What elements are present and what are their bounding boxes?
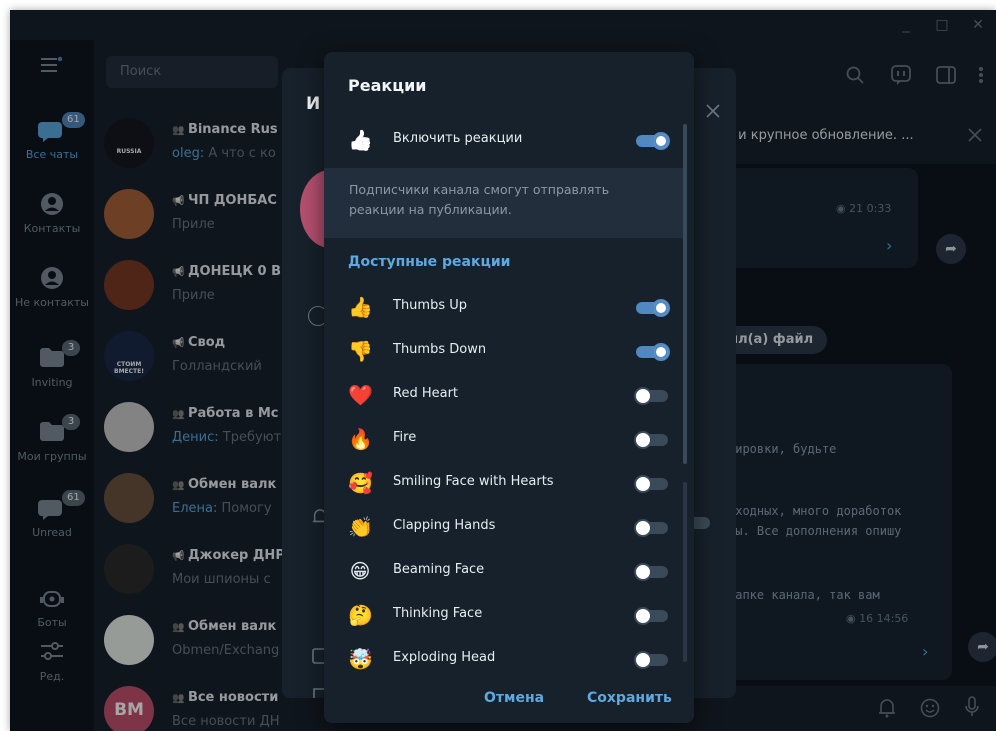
- reaction-emoji-icon: ❤️: [348, 383, 373, 407]
- reaction-row[interactable]: 🥰 Smiling Face with Hearts: [324, 461, 686, 505]
- reaction-toggle[interactable]: [634, 563, 668, 581]
- reaction-emoji-icon: 👎: [348, 339, 373, 363]
- reaction-toggle[interactable]: [634, 475, 668, 493]
- reaction-row[interactable]: ❤️ Red Heart: [324, 373, 686, 417]
- reaction-label: Thinking Face: [393, 606, 483, 621]
- reaction-emoji-icon: 👏: [348, 515, 373, 539]
- enable-reactions-label: Включить реакции: [393, 131, 523, 146]
- reactions-dialog: Реакции 👍 Включить реакции Подписчики ка…: [324, 52, 694, 723]
- reaction-toggle[interactable]: [634, 651, 668, 669]
- reaction-emoji-icon: 🤔: [348, 603, 373, 627]
- scrollbar-thumb[interactable]: [683, 124, 687, 464]
- save-button[interactable]: Сохранить: [587, 690, 672, 706]
- reaction-label: Thumbs Down: [393, 342, 487, 357]
- dialog-title-fragment: И: [306, 94, 321, 114]
- reaction-emoji-icon: 😁: [349, 559, 371, 583]
- reaction-label: Beaming Face: [393, 562, 485, 577]
- reaction-label: Exploding Head: [393, 650, 496, 665]
- reaction-emoji-icon: 🔥: [348, 427, 373, 451]
- reaction-label: Smiling Face with Hearts: [393, 474, 554, 489]
- section-title: Доступные реакции: [348, 254, 511, 270]
- telegram-window: _ □ ✕ 61 Все чаты Контакты Не контакты 3 Invi…: [10, 10, 996, 731]
- enable-reactions-row[interactable]: 👍 Включить реакции: [324, 118, 686, 162]
- reaction-row[interactable]: 😁 Beaming Face: [324, 549, 686, 593]
- reaction-toggle[interactable]: [634, 387, 668, 405]
- reaction-toggle[interactable]: [634, 607, 668, 625]
- dialog-footer: Отмена Сохранить: [324, 672, 694, 723]
- reaction-emoji-icon: 🥰: [348, 471, 373, 495]
- dialog-title: Реакции: [348, 76, 427, 95]
- info-text: Подписчики канала смогут отправлять реак…: [349, 182, 610, 217]
- info-panel: Подписчики канала смогут отправлять реак…: [324, 168, 686, 238]
- close-icon[interactable]: [706, 104, 720, 118]
- reaction-label: Red Heart: [393, 386, 459, 401]
- reaction-toggle[interactable]: [634, 519, 668, 537]
- reaction-emoji-icon: 🤯: [348, 647, 373, 671]
- reaction-label: Fire: [393, 430, 417, 445]
- reaction-label: Thumbs Up: [393, 298, 468, 313]
- reaction-row[interactable]: 👏 Clapping Hands: [324, 505, 686, 549]
- enable-reactions-toggle[interactable]: [636, 132, 670, 150]
- reaction-row[interactable]: 👎 Thumbs Down: [324, 329, 686, 373]
- reaction-toggle[interactable]: [634, 431, 668, 449]
- scrollbar-track[interactable]: [683, 482, 687, 662]
- reaction-row[interactable]: 👍 Thumbs Up: [324, 285, 686, 329]
- reaction-row[interactable]: 🤔 Thinking Face: [324, 593, 686, 637]
- reaction-toggle[interactable]: [636, 299, 670, 317]
- thumbs-up-icon: 👍: [348, 128, 373, 152]
- cancel-button[interactable]: Отмена: [484, 690, 544, 706]
- reaction-label: Clapping Hands: [393, 518, 496, 533]
- reaction-row[interactable]: 🔥 Fire: [324, 417, 686, 461]
- reaction-emoji-icon: 👍: [348, 295, 373, 319]
- reaction-toggle[interactable]: [636, 343, 670, 361]
